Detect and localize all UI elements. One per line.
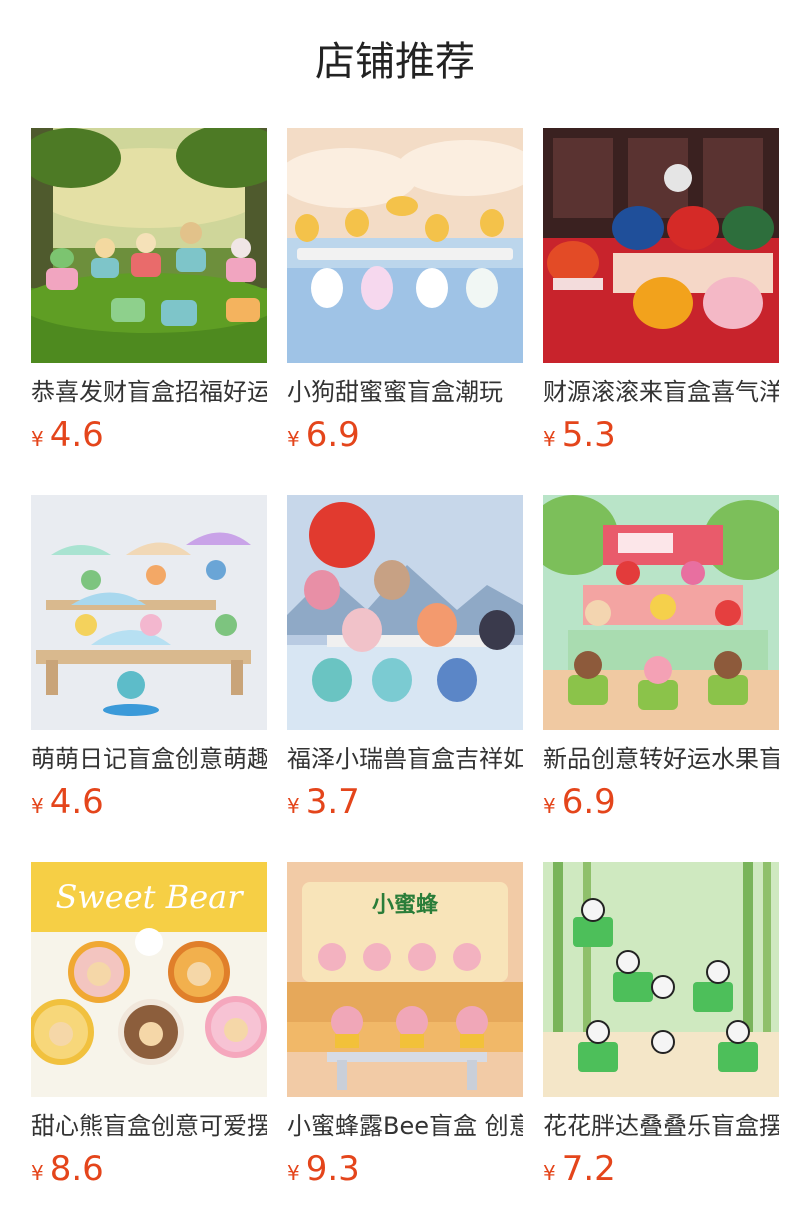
svg-text:小蜜蜂: 小蜜蜂 [372, 892, 439, 918]
page-title: 店铺推荐 [315, 39, 475, 85]
product-card[interactable]: 新品创意转好运水果盲盒 ¥6.9 [543, 495, 779, 862]
currency-symbol: ¥ [31, 427, 44, 451]
currency-symbol: ¥ [543, 794, 556, 818]
product-card[interactable]: 福泽小瑞兽盲盒吉祥如意 ¥3.7 [287, 495, 523, 862]
price-value: 5.3 [561, 415, 616, 455]
product-price: ¥9.3 [287, 1149, 523, 1195]
product-card[interactable]: 财源滚滚来盲盒喜气洋洋 ¥5.3 [543, 128, 779, 495]
product-price: ¥6.9 [543, 782, 779, 828]
product-price: ¥7.2 [543, 1149, 779, 1195]
currency-symbol: ¥ [543, 1161, 556, 1185]
price-value: 6.9 [305, 415, 360, 455]
price-value: 3.7 [305, 782, 360, 822]
product-price: ¥3.7 [287, 782, 523, 828]
product-card[interactable]: Sweet Bear 甜心熊盲盒创意可爱摆件 ¥8.6 [31, 862, 267, 1229]
price-value: 4.6 [49, 415, 104, 455]
product-price: ¥4.6 [31, 782, 267, 828]
svg-text:Sweet Bear: Sweet Bear [55, 878, 244, 916]
product-card[interactable]: 小狗甜蜜蜜盲盒潮玩 ¥6.9 [287, 128, 523, 495]
price-value: 7.2 [561, 1149, 616, 1189]
product-image[interactable] [543, 862, 779, 1097]
product-card[interactable]: 小蜜蜂 小蜜蜂露Bee盲盒 创意 ¥9.3 [287, 862, 523, 1229]
product-price: ¥6.9 [287, 415, 523, 461]
product-name[interactable]: 萌萌日记盲盒创意萌趣 [31, 744, 267, 774]
product-card[interactable]: 花花胖达叠叠乐盲盒摆件 ¥7.2 [543, 862, 779, 1229]
currency-symbol: ¥ [31, 1161, 44, 1185]
currency-symbol: ¥ [287, 794, 300, 818]
price-value: 4.6 [49, 782, 104, 822]
product-name[interactable]: 小蜜蜂露Bee盲盒 创意 [287, 1111, 523, 1141]
product-name[interactable]: 财源滚滚来盲盒喜气洋洋 [543, 377, 779, 407]
product-price: ¥5.3 [543, 415, 779, 461]
currency-symbol: ¥ [31, 794, 44, 818]
product-image[interactable] [543, 128, 779, 363]
price-value: 6.9 [561, 782, 616, 822]
product-grid: 恭喜发财盲盒招福好运 ¥4.6 小狗甜蜜蜜盲盒潮玩 ¥ 6.9 财源滚滚来盲盒喜… [31, 128, 779, 1229]
product-image[interactable]: 小蜜蜂 [287, 862, 523, 1097]
product-name[interactable]: 新品创意转好运水果盲盒 [543, 744, 779, 774]
product-image[interactable] [287, 495, 523, 730]
currency-symbol: ¥ [543, 427, 556, 451]
product-image[interactable] [31, 495, 267, 730]
product-card[interactable]: 恭喜发财盲盒招福好运 ¥4.6 [31, 128, 267, 495]
product-name[interactable]: 甜心熊盲盒创意可爱摆件 [31, 1111, 267, 1141]
product-price: ¥8.6 [31, 1149, 267, 1195]
currency-symbol: ¥ [287, 1161, 300, 1185]
product-image[interactable] [287, 128, 523, 363]
product-card[interactable]: 萌萌日记盲盒创意萌趣 ¥4.6 [31, 495, 267, 862]
price-value: 8.6 [49, 1149, 104, 1189]
price-value: 9.3 [305, 1149, 360, 1189]
product-image[interactable] [543, 495, 779, 730]
product-name[interactable]: 福泽小瑞兽盲盒吉祥如意 [287, 744, 523, 774]
product-image[interactable] [31, 128, 267, 363]
product-name[interactable]: 花花胖达叠叠乐盲盒摆件 [543, 1111, 779, 1141]
currency-symbol: ¥ [287, 427, 300, 451]
product-image[interactable]: Sweet Bear [31, 862, 267, 1097]
product-name[interactable]: 小狗甜蜜蜜盲盒潮玩 [287, 377, 523, 407]
product-name[interactable]: 恭喜发财盲盒招福好运 [31, 377, 267, 407]
product-price: ¥4.6 [31, 415, 267, 461]
